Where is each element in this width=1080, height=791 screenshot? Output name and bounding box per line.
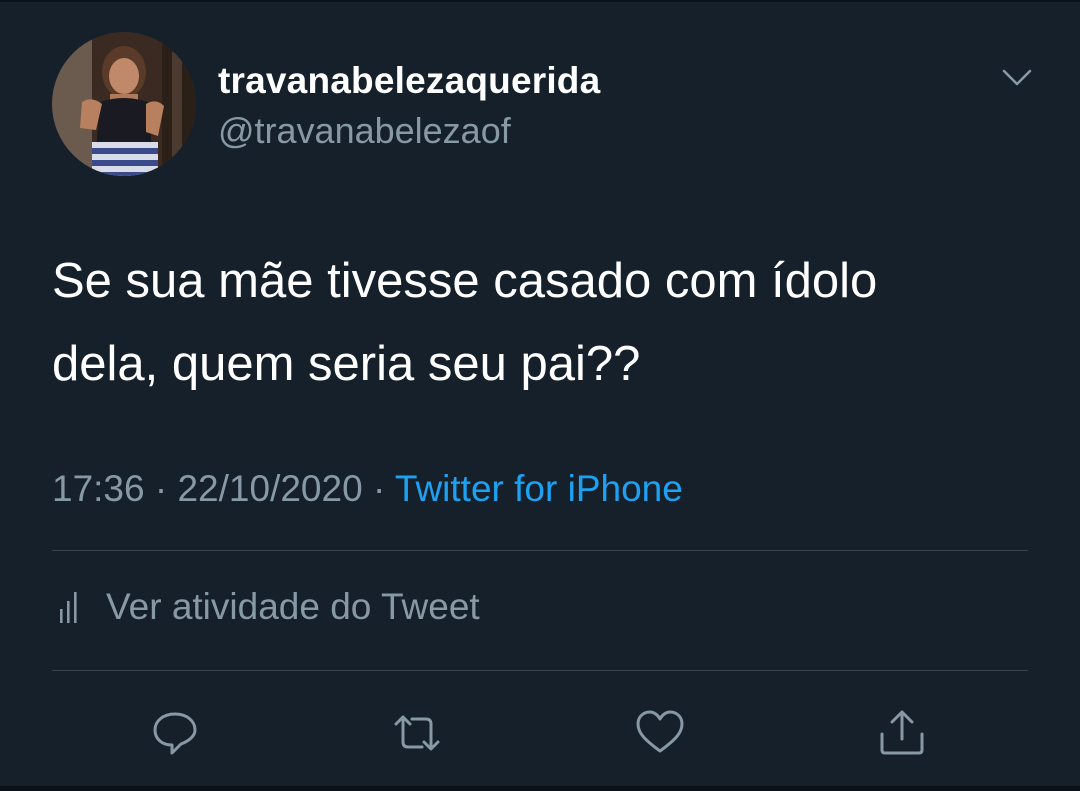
avatar-photo (52, 32, 196, 176)
divider (52, 550, 1028, 551)
share-icon (880, 710, 924, 755)
divider (52, 670, 1028, 671)
tweet-source-link[interactable]: Twitter for iPhone (395, 468, 683, 509)
bar-chart-icon (60, 592, 77, 623)
tweet-activity-link[interactable]: Ver atividade do Tweet (52, 584, 480, 630)
heart-icon (636, 710, 684, 753)
chevron-down-icon[interactable] (1000, 66, 1034, 90)
meta-separator: · (154, 468, 168, 509)
reply-icon (153, 712, 197, 755)
display-name[interactable]: travanabelezaquerida (218, 60, 600, 102)
retweet-button[interactable] (390, 706, 444, 760)
tweet-meta: 17:36 · 22/10/2020 · Twitter for iPhone (52, 468, 683, 510)
like-button[interactable] (633, 706, 687, 760)
avatar[interactable] (52, 32, 196, 176)
user-handle[interactable]: @travanabelezaof (218, 110, 511, 152)
tweet-detail-view: travanabelezaquerida @travanabelezaof Se… (0, 0, 1080, 791)
share-button[interactable] (875, 706, 929, 760)
reply-button[interactable] (148, 706, 202, 760)
tweet-text: Se sua mãe tivesse casado com ídolo dela… (52, 254, 878, 391)
activity-label: Ver atividade do Tweet (106, 586, 480, 627)
meta-separator: · (372, 468, 386, 509)
tweet-time: 17:36 (52, 468, 145, 509)
tweet-date: 22/10/2020 (177, 468, 363, 509)
retweet-icon (394, 715, 440, 751)
